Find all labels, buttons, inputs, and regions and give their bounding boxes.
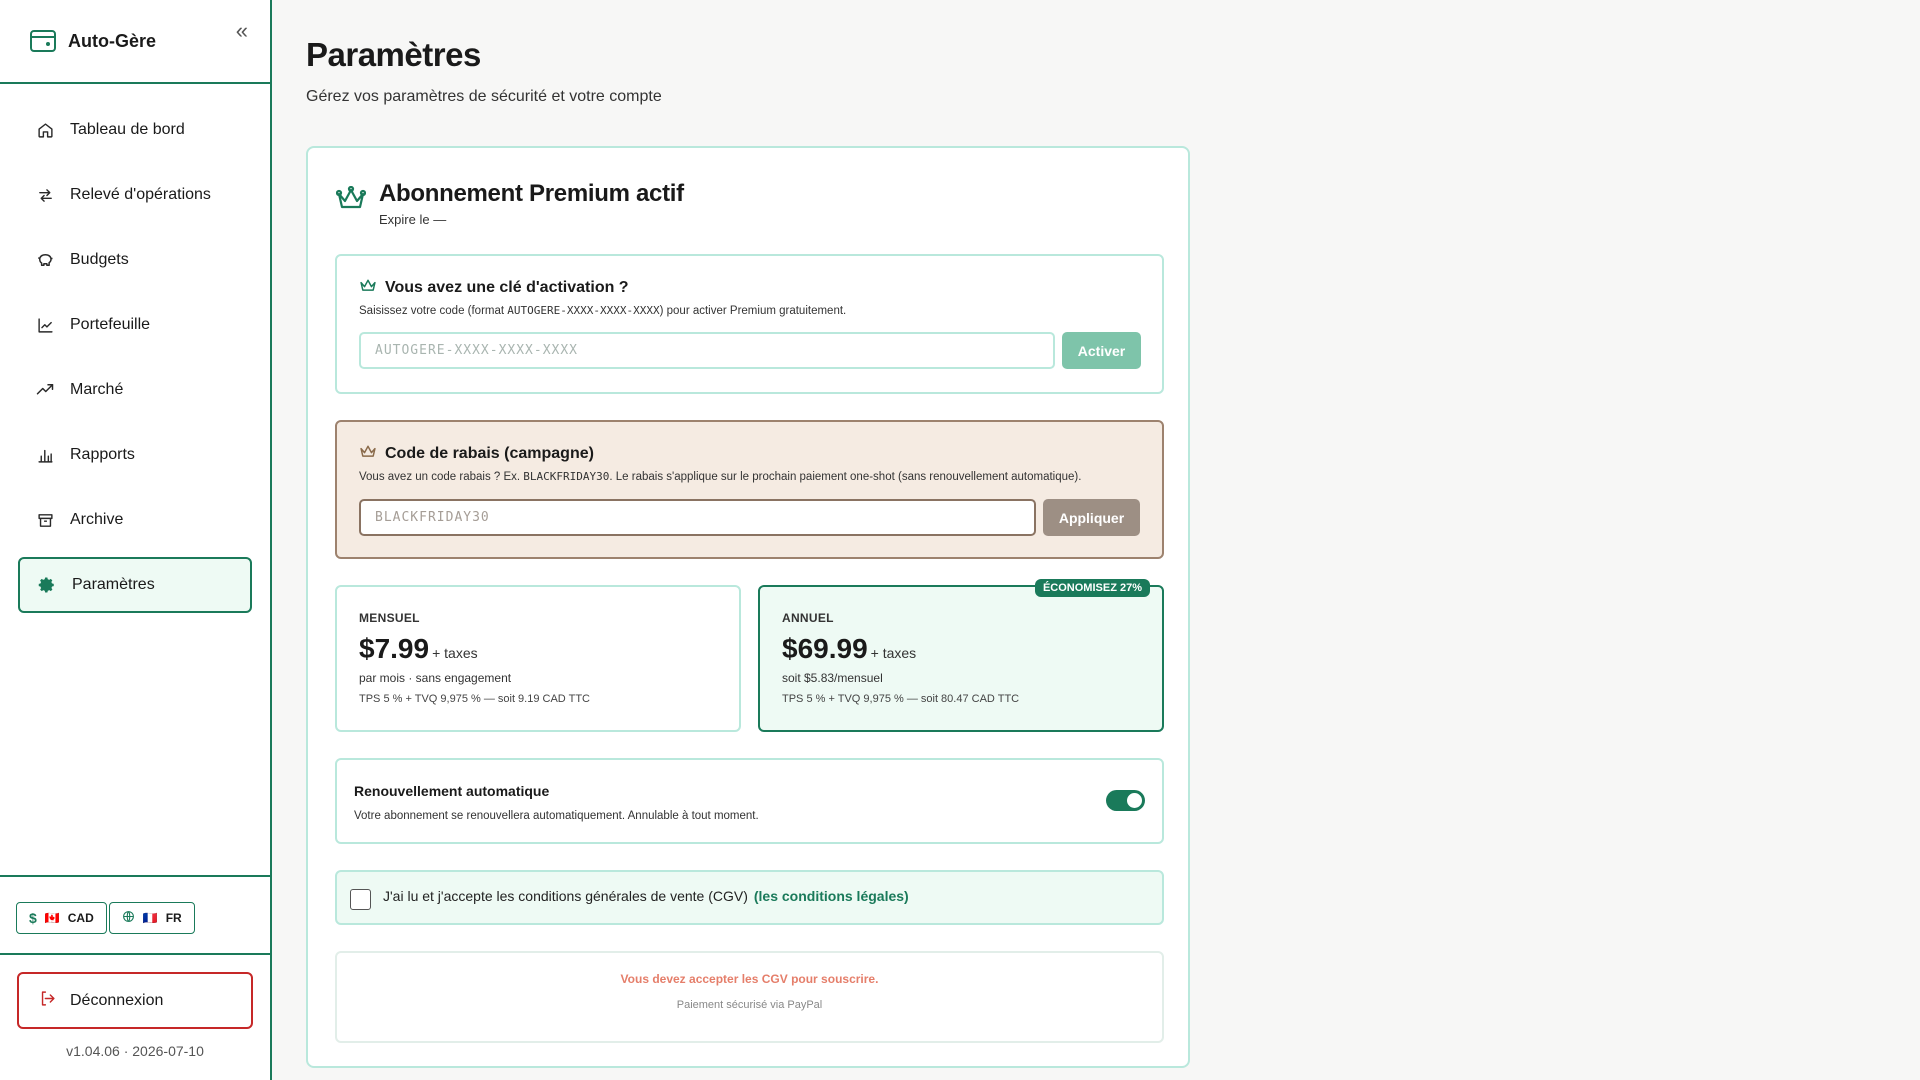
plan-price: $7.99 + taxes [359,633,478,664]
legal-terms-link[interactable]: (les conditions légales) [754,888,909,904]
arrows-swap-icon [36,186,54,204]
plan-price: $69.99 + taxes [782,633,917,664]
france-flag-icon: 🇫🇷 [142,911,158,925]
language-label: FR [165,911,182,925]
gear-icon [38,576,56,594]
bar-chart-icon [36,446,54,464]
sidebar-item-label: Paramètres [72,576,155,593]
page-title: Paramètres [306,36,481,73]
activation-key-input[interactable] [359,332,1055,369]
piggy-bank-icon [36,251,54,269]
app-name: Auto-Gère [68,30,157,51]
plan-tax-note: TPS 5 % + TVQ 9,975 % — soit 80.47 CAD T… [782,693,1020,705]
auto-renewal-title: Renouvellement automatique [354,783,550,799]
sidebar-item-reports[interactable]: Rapports [18,427,252,483]
plan-tax-note: TPS 5 % + TVQ 9,975 % — soit 9.19 CAD TT… [359,693,590,705]
promo-code-section: Code de rabais (campagne) Vous avez un c… [335,420,1164,559]
sidebar-item-dashboard[interactable]: Tableau de bord [18,102,252,158]
auto-renewal-toggle[interactable] [1106,790,1145,811]
sidebar-item-label: Tableau de bord [70,121,185,138]
logout-icon [39,990,56,1012]
plan-note: par mois · sans engagement [359,671,512,685]
wallet-icon [30,30,56,52]
locale-switchers: $ 🇨🇦 CAD 🇫🇷 FR [0,875,270,955]
auto-renewal-section: Renouvellement automatique Votre abonnem… [335,758,1164,844]
activation-title-text: Vous avez une clé d'activation ? [385,279,629,296]
sidebar-item-label: Portefeuille [70,316,151,333]
premium-expiry: Expire le — [379,212,447,227]
sidebar-item-transactions[interactable]: Relevé d'opérations [18,167,252,223]
activation-description: Saisissez votre code (format AUTOGERE-XX… [359,304,847,317]
sidebar-item-label: Marché [70,381,124,398]
plan-note: soit $5.83/mensuel [782,671,883,685]
logout-label: Déconnexion [70,991,164,1009]
sidebar: Auto-Gère « Tableau de bord Relevé d'opé… [0,0,272,1080]
sidebar-item-portfolio[interactable]: Portefeuille [18,297,252,353]
crown-icon [359,444,377,464]
sidebar-item-budgets[interactable]: Budgets [18,232,252,288]
premium-title: Abonnement Premium actif [379,180,684,207]
auto-renewal-description: Votre abonnement se renouvellera automat… [354,810,759,822]
apply-promo-button[interactable]: Appliquer [1043,499,1140,536]
logout-button[interactable]: Déconnexion [17,972,253,1029]
sidebar-item-settings[interactable]: Paramètres [18,557,252,613]
payment-section: Vous devez accepter les CGV pour souscri… [335,951,1164,1043]
canada-flag-icon: 🇨🇦 [44,911,60,925]
activation-key-section: Vous avez une clé d'activation ? Saisiss… [335,254,1164,394]
currency-label: CAD [67,911,94,925]
home-icon [36,121,54,139]
subscription-card: Abonnement Premium actif Expire le — Vou… [306,146,1190,1068]
promo-description: Vous avez un code rabais ? Ex. BLACKFRID… [359,470,1082,483]
archive-icon [36,511,54,529]
plan-monthly[interactable]: MENSUEL $7.99 + taxes par mois · sans eng… [335,585,741,732]
secure-payment-note: Paiement sécurisé via PayPal [676,999,823,1011]
savings-badge: ÉCONOMISEZ 27% [1034,579,1150,597]
plan-label: MENSUEL [359,611,420,625]
line-chart-icon [36,316,54,334]
sidebar-item-label: Rapports [70,446,135,463]
currency-selector[interactable]: $ 🇨🇦 CAD [16,902,107,934]
promo-code-input[interactable] [359,499,1036,536]
app-version: v1.04.06 · 2026-07-10 [66,1043,204,1059]
dollar-icon: $ [29,910,37,926]
promo-title-text: Code de rabais (campagne) [385,445,594,462]
trending-up-icon [36,381,54,399]
page-subtitle: Gérez vos paramètres de sécurité et votr… [306,88,662,105]
sidebar-item-label: Budgets [70,251,129,268]
collapse-sidebar-icon[interactable]: « [236,18,248,44]
crown-icon [335,185,367,217]
plan-label: ANNUEL [782,611,834,625]
language-selector[interactable]: 🇫🇷 FR [108,902,195,934]
sidebar-item-label: Archive [70,511,124,528]
activation-title: Vous avez une clé d'activation ? [359,278,629,298]
cgv-text: J'ai lu et j'accepte les conditions géné… [383,888,909,904]
sidebar-item-market[interactable]: Marché [18,362,252,418]
crown-icon [359,278,377,298]
globe-icon [122,910,135,926]
sidebar-nav: Tableau de bord Relevé d'opérations Budg… [0,84,270,613]
sidebar-item-archive[interactable]: Archive [18,492,252,548]
cgv-warning: Vous devez accepter les CGV pour souscri… [620,972,879,986]
sidebar-item-label: Relevé d'opérations [70,186,211,203]
cgv-checkbox[interactable] [350,889,371,910]
cgv-section: J'ai lu et j'accepte les conditions géné… [335,870,1164,925]
activate-button[interactable]: Activer [1062,332,1141,369]
promo-title: Code de rabais (campagne) [359,444,594,464]
brand-header: Auto-Gère « [0,0,270,84]
plan-annual[interactable]: ÉCONOMISEZ 27% ANNUEL $69.99 + taxes soit… [758,579,1164,732]
